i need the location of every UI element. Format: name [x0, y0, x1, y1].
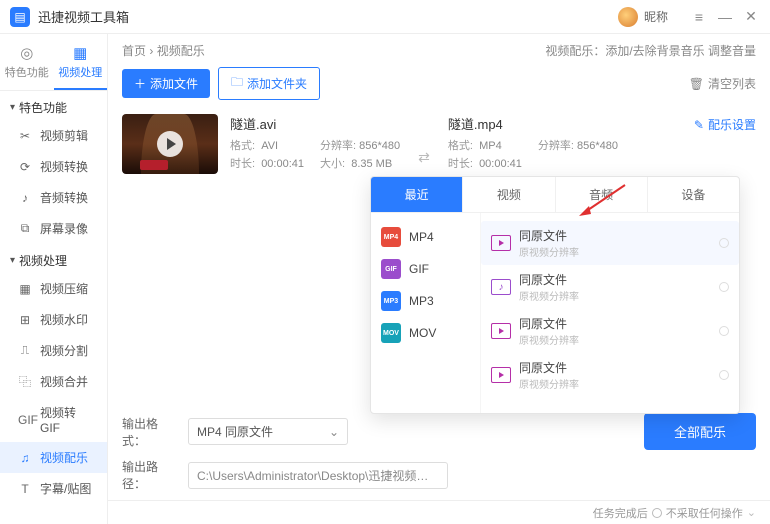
preset-item[interactable]: 同原文件原视频分辨率 — [481, 353, 739, 397]
sidebar-item[interactable]: ✂ 视频剪辑 — [0, 120, 107, 151]
preset-item[interactable]: 同原文件原视频分辨率 — [481, 221, 739, 265]
output-path-input[interactable]: C:\Users\Administrator\Desktop\迅捷视频工具 — [188, 462, 448, 489]
sidebar-item[interactable]: ⧉ 屏幕录像 — [0, 213, 107, 244]
after-task-value[interactable]: 不采取任何操作 — [666, 505, 743, 521]
sidebar-item[interactable]: ▦ 视频压缩 — [0, 273, 107, 304]
rail-tab-process[interactable]: ▦ 视频处理 — [54, 38, 108, 90]
sidebar-item-label: 视频配乐 — [40, 449, 88, 466]
video-icon — [491, 367, 511, 383]
caret-down-icon: ▾ — [10, 102, 15, 113]
sidebar-item[interactable]: ⊞ 视频水印 — [0, 304, 107, 335]
sidebar-item[interactable]: T 字幕/贴图 — [0, 473, 107, 504]
user-avatar[interactable] — [618, 7, 638, 27]
sidebar-item[interactable]: ⿻视频合并 — [0, 366, 107, 397]
nav-icon: ⊞ — [18, 313, 32, 327]
nav-icon: GIF — [18, 413, 32, 427]
format-badge-icon: GIF — [381, 259, 401, 279]
app-logo: ▤ — [10, 7, 30, 27]
popup-tab-recent[interactable]: 最近 — [371, 177, 463, 212]
sidebar-item[interactable]: ♫ 视频配乐 — [0, 442, 107, 473]
section-special[interactable]: ▾ 特色功能 — [0, 91, 107, 120]
app-title: 迅捷视频工具箱 — [38, 7, 129, 26]
source-filename: 隧道.avi — [230, 114, 400, 133]
sidebar-item-label: 视频水印 — [40, 311, 88, 328]
target-icon: ◎ — [0, 44, 54, 62]
sidebar-item-label: 视频分割 — [40, 342, 88, 359]
format-item[interactable]: MOVMOV — [371, 317, 480, 349]
sidebar-item-label: 视频转GIF — [40, 404, 95, 435]
nav-icon: ⟳ — [18, 160, 32, 174]
music-settings-button[interactable]: ✎ 配乐设置 — [694, 116, 756, 133]
section-process[interactable]: ▾ 视频处理 — [0, 244, 107, 273]
video-thumbnail[interactable] — [122, 114, 218, 174]
nav-icon: T — [18, 482, 32, 496]
sidebar-item[interactable]: ⎍ 视频分割 — [0, 335, 107, 366]
sidebar-item-label: 屏幕录像 — [40, 220, 88, 237]
trash-icon: 🗑 — [689, 77, 704, 91]
output-format-select[interactable]: MP4 同原文件 ⌄ — [188, 418, 348, 445]
nav-icon: ⿻ — [18, 373, 32, 390]
preset-item[interactable]: 同原文件原视频分辨率 — [481, 309, 739, 353]
sidebar-item[interactable]: ⟳ 视频转换 — [0, 151, 107, 182]
output-format-label: 输出格式： — [122, 415, 178, 449]
audio-icon — [491, 279, 511, 295]
nav-icon: ♫ — [18, 451, 32, 465]
radio-icon[interactable] — [719, 282, 729, 292]
popup-tab-video[interactable]: 视频 — [463, 177, 555, 212]
sidebar-item-label: 音频转换 — [40, 189, 88, 206]
nav-icon: ♪ — [18, 191, 32, 205]
film-icon: ▦ — [54, 44, 108, 62]
format-popup: 最近 视频 音频 设备 MP4MP4GIFGIFMP3MP3MOVMOV 同原文… — [370, 176, 740, 414]
chevron-down-icon: ⌄ — [329, 425, 339, 439]
nav-icon: ⎍ — [18, 343, 32, 358]
rail-tab-special[interactable]: ◎ 特色功能 — [0, 38, 54, 90]
radio-icon[interactable] — [719, 326, 729, 336]
sidebar-item[interactable]: GIF 视频转GIF — [0, 397, 107, 442]
user-nickname[interactable]: 昵称 — [644, 8, 668, 25]
output-filename: 隧道.mp4 — [448, 114, 618, 133]
add-file-button[interactable]: ＋ 添加文件 — [122, 69, 210, 98]
edit-icon: ✎ — [694, 118, 704, 132]
nav-icon: ✂ — [18, 129, 32, 143]
radio-icon[interactable] — [652, 508, 662, 518]
chevron-down-icon: ⌄ — [747, 506, 756, 519]
after-task-label: 任务完成后 — [593, 505, 648, 521]
sidebar-item-label: 字幕/贴图 — [40, 480, 91, 497]
nav-icon: ▦ — [18, 282, 32, 296]
breadcrumb[interactable]: 首页 › 视频配乐 — [122, 42, 205, 59]
menu-icon[interactable]: ≡ — [690, 9, 708, 25]
caret-down-icon: ▾ — [10, 255, 15, 266]
format-badge-icon: MOV — [381, 323, 401, 343]
video-icon — [491, 323, 511, 339]
page-description: 视频配乐：添加/去除背景音乐 调整音量 — [545, 42, 756, 59]
video-icon — [491, 235, 511, 251]
popup-tab-audio[interactable]: 音频 — [556, 177, 648, 212]
convert-arrow-icon: ⇄ — [412, 149, 436, 166]
sidebar-item-label: 视频剪辑 — [40, 127, 88, 144]
radio-icon[interactable] — [719, 238, 729, 248]
radio-icon[interactable] — [719, 370, 729, 380]
format-item[interactable]: GIFGIF — [371, 253, 480, 285]
close-button[interactable]: ✕ — [742, 8, 760, 25]
plus-icon: ＋ — [134, 75, 146, 92]
minimize-button[interactable]: — — [716, 9, 734, 25]
add-folder-button[interactable]: 🗀 添加文件夹 — [218, 67, 320, 100]
process-all-button[interactable]: 全部配乐 — [644, 413, 756, 450]
preset-item[interactable]: 同原文件原视频分辨率 — [481, 265, 739, 309]
output-path-label: 输出路径： — [122, 458, 178, 492]
format-badge-icon: MP4 — [381, 227, 401, 247]
format-item[interactable]: MP4MP4 — [371, 221, 480, 253]
format-badge-icon: MP3 — [381, 291, 401, 311]
popup-tab-device[interactable]: 设备 — [648, 177, 739, 212]
format-item[interactable]: MP3MP3 — [371, 285, 480, 317]
sidebar-item-label: 视频压缩 — [40, 280, 88, 297]
nav-icon: ⧉ — [18, 221, 32, 236]
sidebar-item-label: 视频转换 — [40, 158, 88, 175]
folder-icon: 🗀 — [231, 73, 243, 94]
play-icon — [157, 131, 183, 157]
clear-list-button[interactable]: 🗑 清空列表 — [689, 75, 756, 92]
sidebar-item-label: 视频合并 — [40, 373, 88, 390]
sidebar-item[interactable]: ♪ 音频转换 — [0, 182, 107, 213]
